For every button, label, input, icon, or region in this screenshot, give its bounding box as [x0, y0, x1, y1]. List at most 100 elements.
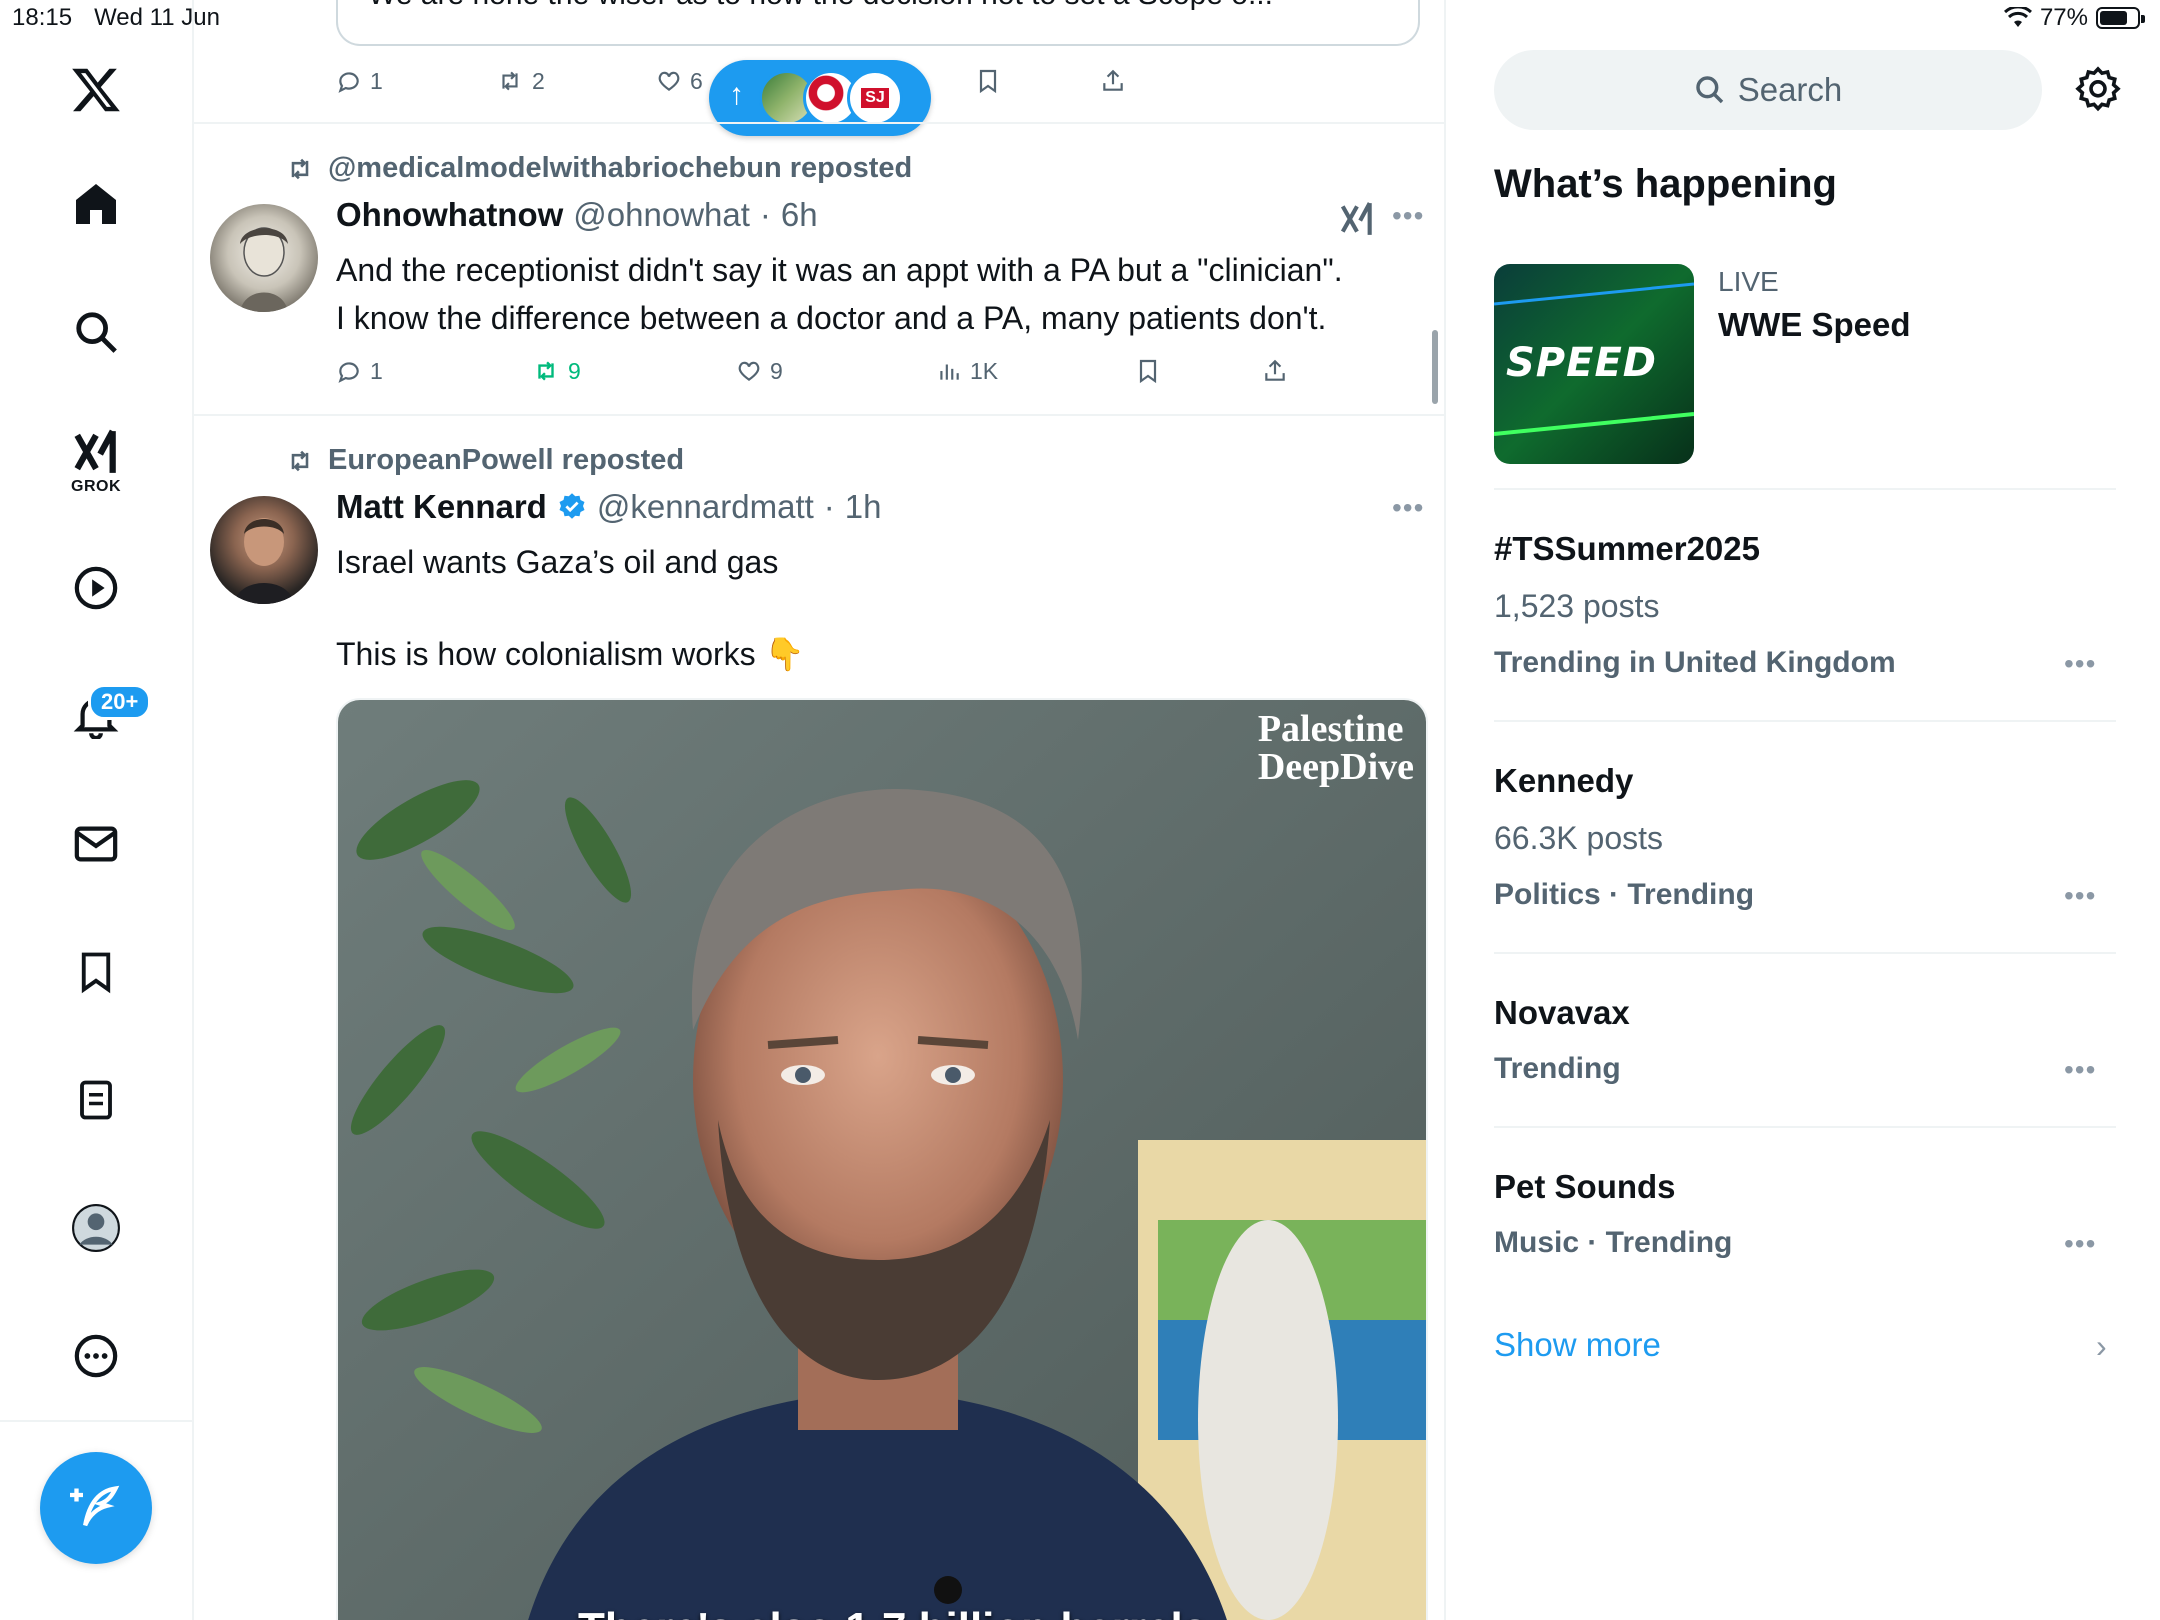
trend-2-context: Politics · Trending [1494, 878, 1755, 911]
trend-2-name[interactable]: Kennedy [1494, 762, 1633, 800]
repost-icon [291, 158, 309, 179]
video-frame-image [338, 700, 1426, 1620]
tweet2-time[interactable]: 1h [845, 488, 882, 526]
compose-feather-icon [70, 1485, 120, 1527]
trend-1-name[interactable]: #TSSummer2025 [1494, 530, 1760, 568]
views-button[interactable]: 1K [936, 358, 998, 385]
tweet2-avatar[interactable] [210, 496, 318, 604]
tweet1-text: And the receptionist didn't say it was a… [336, 246, 1416, 342]
like-count: 6 [690, 67, 703, 94]
trend-4-context: Music · Trending [1494, 1226, 1733, 1259]
home-icon[interactable] [66, 174, 126, 234]
profile-avatar-icon[interactable] [66, 1198, 126, 1258]
grok-icon[interactable] [66, 422, 126, 482]
post-separator [192, 414, 1444, 416]
search-icon [1695, 76, 1723, 104]
bookmark-icon [979, 69, 997, 94]
left-nav: GROK 20+ [0, 0, 194, 1620]
share-button[interactable] [1262, 358, 1288, 384]
tweet1-time[interactable]: 6h [781, 196, 818, 234]
video-play-icon[interactable] [66, 558, 126, 618]
post-separator [192, 122, 1444, 124]
quoted-post-text: We are none the wiser as to how the deci… [368, 0, 1273, 12]
trend-2-more-icon[interactable]: ••• [2064, 880, 2096, 912]
x-logo-icon[interactable] [66, 60, 126, 120]
tweet1-actions: 1 9 9 1K [336, 356, 1416, 386]
share-button[interactable] [1100, 68, 1126, 94]
quoted-post-card[interactable]: We are none the wiser as to how the deci… [336, 0, 1420, 46]
timeline-scrollbar[interactable] [1432, 330, 1438, 404]
tweet1-repost-indicator[interactable]: @medicalmodelwithabriochebun reposted [284, 152, 912, 185]
reply-icon [338, 72, 359, 93]
palestine-deepdive-watermark: Palestine DeepDive [1258, 710, 1414, 786]
bookmark-button[interactable] [976, 68, 1000, 94]
tweet1-avatar[interactable] [210, 204, 318, 312]
tweet1-author-name[interactable]: Ohnowhatnow [336, 196, 563, 234]
lists-icon[interactable] [66, 1070, 126, 1130]
tweet2-header: Matt Kennard @kennardmatt · 1h [336, 488, 882, 526]
tweet2-more-icon[interactable]: ••• [1392, 492, 1424, 524]
reply-button[interactable]: 1 [336, 358, 383, 385]
bookmarks-icon[interactable] [66, 942, 126, 1002]
trend-4-name[interactable]: Pet Sounds [1494, 1168, 1676, 1206]
repost-button[interactable]: 2 [496, 68, 545, 95]
dot-separator: · [759, 196, 771, 233]
reply-count: 1 [370, 357, 383, 384]
repost-count: 2 [532, 67, 545, 94]
tweet1-more-icon[interactable]: ••• [1392, 200, 1424, 232]
bookmark-button[interactable] [1136, 358, 1160, 384]
notifications-badge: 20+ [88, 684, 152, 720]
dot-separator: · [823, 488, 835, 525]
tweet2-video[interactable]: Palestine DeepDive There's also 1.7 bill… [336, 698, 1428, 1620]
trend-3-name[interactable]: Novavax [1494, 994, 1630, 1032]
search-placeholder: Search [1737, 71, 1843, 108]
like-count: 9 [770, 357, 783, 384]
search-input[interactable]: Search [1494, 50, 2042, 130]
share-icon [1103, 69, 1123, 91]
messages-envelope-icon[interactable] [66, 814, 126, 874]
video-caption: There's also 1.7 billion barrels [578, 1604, 1207, 1620]
bookmark-icon [1139, 359, 1157, 384]
sidebar-separator [1494, 488, 2116, 490]
trend-4-more-icon[interactable]: ••• [2064, 1228, 2096, 1260]
repost-button[interactable]: 9 [532, 358, 581, 385]
repost-icon [502, 71, 518, 91]
live-event-thumbnail[interactable]: SPEED [1494, 264, 1694, 464]
trend-3-more-icon[interactable]: ••• [2064, 1054, 2096, 1086]
grok-explain-icon[interactable] [1338, 200, 1376, 243]
tweet1-header: Ohnowhatnow @ohnowhat · 6h [336, 196, 818, 234]
reply-button[interactable]: 1 [336, 68, 383, 95]
trend-2-posts: 66.3K posts [1494, 820, 1663, 856]
tweet2-text: Israel wants Gaza’s oil and gas This is … [336, 538, 1416, 678]
tweet1-author-handle[interactable]: @ohnowhat [573, 196, 750, 234]
more-options-icon[interactable] [66, 1326, 126, 1386]
show-more-link[interactable]: Show more [1494, 1326, 1661, 1364]
tweet1-line1: And the receptionist didn't say it was a… [336, 252, 1343, 288]
verified-badge-icon [559, 493, 585, 519]
repost-icon [291, 450, 309, 471]
tweet2-repost-indicator[interactable]: EuropeanPowell reposted [284, 444, 684, 477]
like-button[interactable]: 6 [656, 68, 703, 95]
trend-1-more-icon[interactable]: ••• [2064, 648, 2096, 680]
tweet2-line1: Israel wants Gaza’s oil and gas [336, 544, 779, 580]
reply-icon [338, 362, 359, 383]
tweet2-repost-text: EuropeanPowell reposted [328, 444, 685, 476]
settings-gear-icon[interactable] [2074, 66, 2122, 114]
portrait-photo-icon [234, 518, 294, 604]
views-chart-icon [940, 364, 959, 380]
right-sidebar: Search What’s happening SPEED LIVE WWE S… [1444, 0, 2160, 1620]
sidebar-separator [1494, 720, 2116, 722]
trend-3-context: Trending [1494, 1052, 1621, 1085]
tweet1-line2: I know the difference between a doctor a… [336, 300, 1327, 336]
new-posts-pill[interactable]: ↑ SJ [709, 60, 931, 136]
whats-happening-title: What’s happening [1494, 162, 1837, 206]
tweet2-author-name[interactable]: Matt Kennard [336, 488, 547, 526]
sidebar-separator [1494, 952, 2116, 954]
grok-label: GROK [71, 478, 121, 495]
search-icon[interactable] [66, 302, 126, 362]
like-button[interactable]: 9 [736, 358, 783, 385]
trend-1-posts: 1,523 posts [1494, 588, 1660, 624]
tweet2-author-handle[interactable]: @kennardmatt [597, 488, 814, 526]
live-event-title[interactable]: WWE Speed [1718, 306, 1911, 344]
compose-post-button[interactable] [40, 1452, 152, 1564]
